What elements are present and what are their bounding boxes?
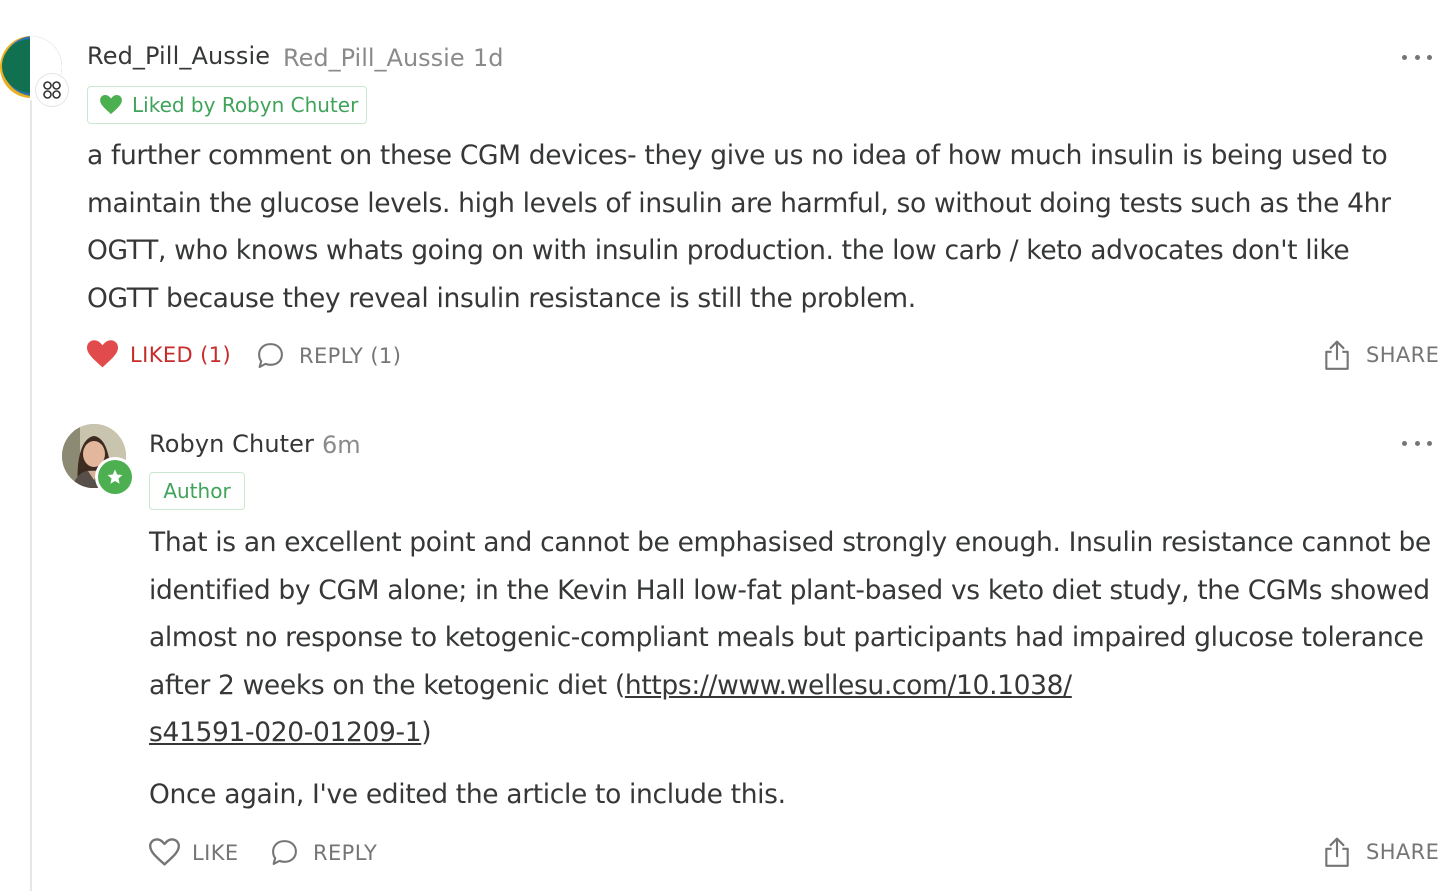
share-upload-icon [1322,339,1352,371]
comment-author-name[interactable]: Robyn Chuter [149,430,314,458]
comment-author-handle: Red_Pill_Aussie [283,44,465,72]
comment-timestamp[interactable]: 6m [322,431,361,459]
comment-body-paragraph: Once again, I've edited the article to i… [149,779,786,810]
more-options-button[interactable] [1402,47,1432,67]
heart-filled-icon [87,340,118,369]
reply-label: REPLY [313,840,378,865]
thread-line [30,100,32,891]
share-label: SHARE [1366,840,1440,864]
comment-body-paragraph: That is an excellent point and cannot be… [149,519,1439,757]
share-button[interactable]: SHARE [1322,339,1439,371]
like-button[interactable]: LIKE [149,838,239,867]
article-link-line2: s41591-020-01209-1 [149,717,422,748]
more-options-button[interactable] [1402,433,1432,453]
author-badge: Author [149,472,245,510]
liked-button[interactable]: LIKED (1) [87,340,231,369]
speech-bubble-icon [256,341,285,370]
share-upload-icon [1322,836,1352,868]
heart-icon [100,95,122,115]
reply-label: REPLY (1) [299,343,402,368]
share-button[interactable]: SHARE [1322,836,1439,868]
liked-by-author-badge: Liked by Robyn Chuter [87,86,367,124]
star-icon [98,460,132,494]
comment-timestamp[interactable]: 1d [473,44,504,72]
speech-bubble-icon [270,838,299,867]
share-label: SHARE [1366,343,1440,367]
comment-body: a further comment on these CGM devices- … [87,140,1391,314]
heart-outline-icon [149,838,180,867]
liked-label: LIKED (1) [130,342,232,367]
reply-button[interactable]: REPLY [270,838,377,867]
reply-button[interactable]: REPLY (1) [256,341,401,370]
closing-paren: ) [421,717,432,748]
comment-author-name[interactable]: Red_Pill_Aussie [87,42,270,70]
clover-icon [36,74,68,106]
liked-by-label: Liked by Robyn Chuter [132,93,359,117]
article-link-line1: https://www.wellesu.com/10.1038/ [624,669,1072,701]
like-label: LIKE [192,840,239,865]
